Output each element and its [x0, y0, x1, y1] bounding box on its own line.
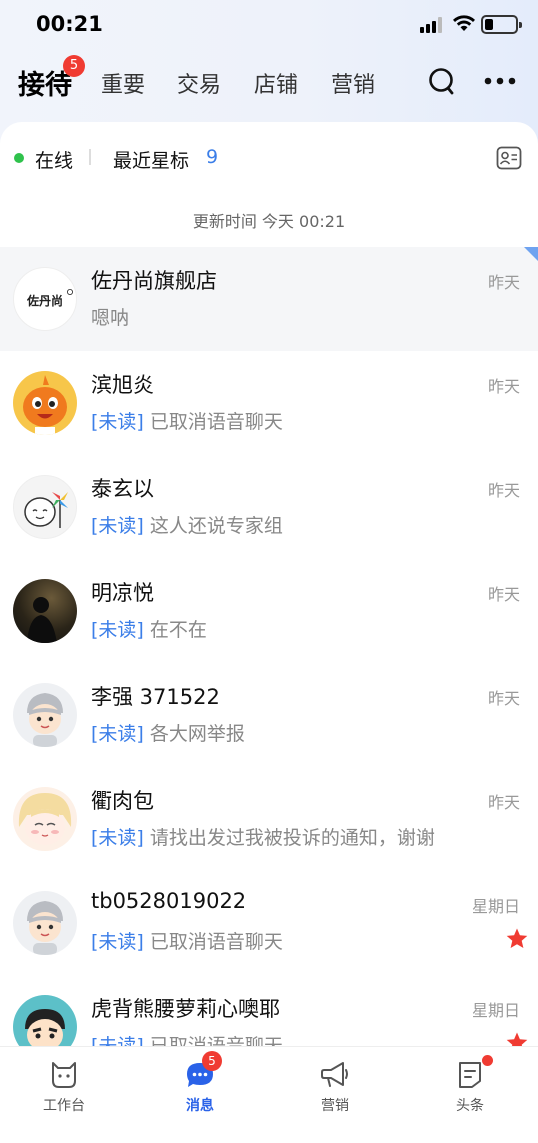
tab-store[interactable]: 店铺 [254, 67, 298, 99]
message-time: 星期日 [471, 1001, 520, 1020]
nav-label: 营销 [321, 1098, 349, 1114]
tab-marketing[interactable]: 营销 [331, 67, 375, 99]
message-preview: [未读] 请找出发过我被投诉的通知，谢谢 [91, 823, 435, 850]
message-time: 昨天 [487, 481, 520, 500]
nav-workbench[interactable]: 工作台 [14, 1057, 114, 1115]
dark-photo-avatar [13, 579, 77, 643]
conversation-panel: 在线 最近星标 9 更新时间 今天 00:21 佐丹尚 佐丹尚旗舰店 嗯呐 昨天 [0, 122, 538, 1057]
filter-bar: 在线 最近星标 9 [0, 122, 538, 194]
conversation-list: 佐丹尚 佐丹尚旗舰店 嗯呐 昨天 滨旭炎 [未读] 已取消语音聊天 昨天 泰玄以… [0, 247, 538, 1057]
message-time: 昨天 [487, 793, 520, 812]
message-time: 昨天 [487, 273, 520, 292]
message-preview: [未读] 已取消语音聊天 [91, 927, 283, 954]
unread-tag: [未读] [91, 931, 144, 953]
unread-tag: [未读] [91, 827, 144, 849]
tab-label: 接待 [18, 70, 72, 101]
unread-tag: [未读] [91, 411, 144, 433]
default-avatar [13, 683, 77, 747]
update-time: 更新时间 今天 00:21 [192, 212, 346, 231]
contact-name: 李强 371522 [91, 685, 220, 709]
contact-name: 佐丹尚旗舰店 [91, 269, 217, 293]
preview-text: 各大网举报 [149, 723, 245, 745]
filter-divider [89, 149, 91, 165]
store-logo-avatar: 佐丹尚 [13, 267, 77, 331]
starred-count: 9 [206, 146, 219, 168]
unread-tag: [未读] [91, 515, 144, 537]
message-preview: [未读] 已取消语音聊天 [91, 407, 283, 434]
nav-label: 工作台 [43, 1098, 85, 1114]
message-preview: 嗯呐 [91, 303, 129, 330]
conversation-row[interactable]: tb0528019022 [未读] 已取消语音聊天 星期日 [0, 871, 538, 975]
preview-text: 这人还说专家组 [149, 515, 283, 537]
tab-transactions[interactable]: 交易 [177, 67, 221, 99]
recent-starred-filter[interactable]: 最近星标 [113, 146, 189, 173]
message-time: 昨天 [487, 377, 520, 396]
bottom-navigation: 工作台 5 消息 营销 头条 [0, 1046, 538, 1143]
notification-dot [482, 1055, 493, 1066]
contact-card-icon[interactable] [496, 145, 522, 171]
conversation-row[interactable]: 衢肉包 [未读] 请找出发过我被投诉的通知，谢谢 昨天 [0, 767, 538, 871]
pinned-marker [524, 247, 538, 261]
unread-tag: [未读] [91, 619, 144, 641]
preview-text: 已取消语音聊天 [149, 931, 283, 953]
contact-name: 虎背熊腰萝莉心噢耶 [91, 997, 280, 1021]
preview-text: 在不在 [149, 619, 207, 641]
message-preview: [未读] 这人还说专家组 [91, 511, 283, 538]
nav-label: 消息 [186, 1098, 214, 1114]
message-preview: [未读] 各大网举报 [91, 719, 245, 746]
online-status-dot [14, 153, 24, 163]
workbench-icon [52, 1062, 76, 1088]
contact-name: 泰玄以 [91, 477, 154, 501]
online-status-toggle[interactable]: 在线 [35, 146, 73, 173]
more-icon[interactable] [484, 77, 516, 85]
megaphone-icon [321, 1062, 348, 1087]
headline-icon [459, 1062, 481, 1088]
conversation-row[interactable]: 泰玄以 [未读] 这人还说专家组 昨天 [0, 455, 538, 559]
message-preview: [未读] 在不在 [91, 615, 207, 642]
wifi-icon [453, 15, 475, 31]
star-icon[interactable] [505, 927, 529, 951]
preview-text: 嗯呐 [91, 307, 130, 329]
tab-badge: 5 [63, 55, 85, 77]
signal-icon [420, 17, 446, 33]
anime-girl-avatar [13, 787, 77, 851]
message-time: 昨天 [487, 689, 520, 708]
tab-important[interactable]: 重要 [101, 67, 145, 99]
nav-marketing[interactable]: 营销 [285, 1057, 385, 1115]
contact-name: 明凉悦 [91, 581, 154, 605]
contact-name: tb0528019022 [91, 889, 247, 913]
default-avatar [13, 891, 77, 955]
conversation-row[interactable]: 滨旭炎 [未读] 已取消语音聊天 昨天 [0, 351, 538, 455]
preview-text: 已取消语音聊天 [149, 411, 283, 433]
message-time: 昨天 [487, 585, 520, 604]
status-bar: 00:21 [0, 0, 538, 50]
preview-text: 请找出发过我被投诉的通知，谢谢 [149, 827, 435, 849]
contact-name: 滨旭炎 [91, 373, 154, 397]
header-tabs: 接待 5 重要 交易 店铺 营销 [0, 55, 538, 110]
nav-headlines[interactable]: 头条 [420, 1055, 520, 1115]
unread-tag: [未读] [91, 723, 144, 745]
nav-label: 头条 [456, 1098, 484, 1114]
conversation-row[interactable]: 佐丹尚 佐丹尚旗舰店 嗯呐 昨天 [0, 247, 538, 351]
search-icon[interactable] [428, 67, 456, 97]
sketch-pinwheel-avatar [13, 475, 77, 539]
message-time: 星期日 [471, 897, 520, 916]
contact-name: 衢肉包 [91, 789, 154, 813]
conversation-row[interactable]: 虎背熊腰萝莉心噢耶 [未读] 已取消语音聊天 星期日 [0, 975, 538, 1057]
svg-text:佐丹尚: 佐丹尚 [26, 293, 63, 308]
status-time: 00:21 [36, 12, 103, 36]
orange-mascot-avatar [13, 371, 77, 435]
nav-messages[interactable]: 5 消息 [150, 1051, 250, 1115]
conversation-row[interactable]: 李强 371522 [未读] 各大网举报 昨天 [0, 663, 538, 767]
conversation-row[interactable]: 明凉悦 [未读] 在不在 昨天 [0, 559, 538, 663]
battery-icon [481, 15, 522, 34]
nav-badge: 5 [202, 1051, 222, 1071]
